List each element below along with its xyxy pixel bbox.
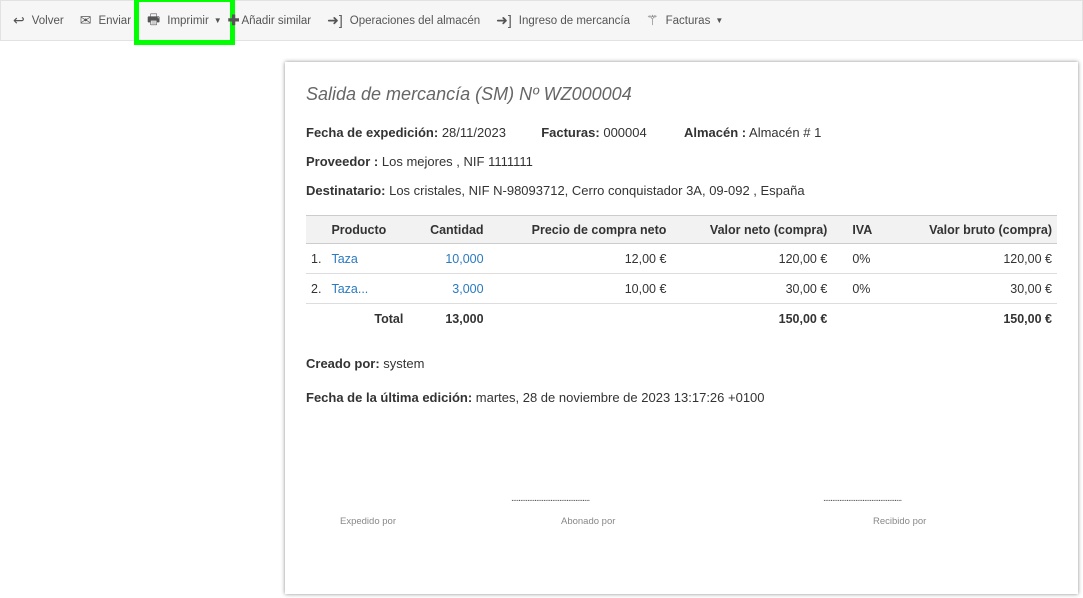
created-by: Creado por: system xyxy=(306,356,1057,371)
warehouse-ops-button[interactable]: ➜] Operaciones del almacén xyxy=(327,12,480,29)
col-gross-value: Valor bruto (compra) xyxy=(889,215,1057,244)
invoices-label: Facturas: xyxy=(541,125,600,140)
sign-in-icon: ➜] xyxy=(496,12,512,28)
recipient-value: Los cristales, NIF N-98093712, Cerro con… xyxy=(389,183,805,198)
gross-value: 30,00 € xyxy=(889,273,1057,304)
col-vat: IVA xyxy=(832,215,890,244)
invoices-label: Facturas xyxy=(665,14,711,27)
document-title: Salida de mercancía (SM) Nº WZ000004 xyxy=(306,84,632,104)
warehouse-ops-label: Operaciones del almacén xyxy=(349,14,481,27)
signature-line-paid: ........................................… xyxy=(511,493,590,504)
document-preview: Salida de mercancía (SM) Nº WZ000004 Fec… xyxy=(285,62,1078,594)
row-number: 1. xyxy=(306,243,327,274)
print-button[interactable]: 🖶 Imprimir ▼ xyxy=(134,0,235,45)
envelope-icon: ✉ xyxy=(79,12,92,28)
product-link[interactable]: Taza... xyxy=(331,282,368,296)
sign-in-icon: ➜] xyxy=(327,12,343,28)
quantity-link[interactable]: 10,000 xyxy=(445,252,483,266)
col-net-value: Valor neto (compra) xyxy=(671,215,833,244)
products-table: Producto Cantidad Precio de compra neto … xyxy=(306,215,1057,334)
goods-receipt-button[interactable]: ➜] Ingreso de mercancía xyxy=(496,12,630,29)
total-row: Total 13,000 150,00 € 150,00 € xyxy=(306,304,1057,334)
last-edit-label: Fecha de la última edición: xyxy=(306,389,473,405)
gross-value: 120,00 € xyxy=(889,243,1057,274)
received-by-label: Recibido por xyxy=(873,516,927,527)
created-by-label: Creado por: xyxy=(306,355,380,371)
add-similar-label: Añadir similar xyxy=(241,14,312,27)
print-label: Imprimir xyxy=(167,14,209,27)
paid-by-label: Abonado por xyxy=(561,516,616,527)
created-by-value: system xyxy=(383,355,425,371)
total-quantity: 13,000 xyxy=(445,311,484,326)
total-gross: 150,00 € xyxy=(1003,311,1052,326)
toolbar: ↩ Volver ✉ Enviar 🖶 Imprimir ▼ ✚ Añadir simil… xyxy=(0,0,1083,45)
issued-by-label: Expedido por xyxy=(340,516,396,527)
total-net: 150,00 € xyxy=(778,311,828,326)
recipient-info: Destinatario: Los cristales, NIF N-98093… xyxy=(306,183,1057,198)
net-value: 120,00 € xyxy=(671,243,833,274)
plus-icon: ✚ xyxy=(227,12,240,28)
price: 12,00 € xyxy=(488,243,672,274)
table-header: Producto Cantidad Precio de compra neto … xyxy=(306,215,1057,244)
add-similar-button[interactable]: ✚ Añadir similar xyxy=(228,12,311,29)
reply-arrow-icon: ↩ xyxy=(13,12,25,28)
recipient-label: Destinatario: xyxy=(306,183,386,198)
supplier-value: Los mejores , NIF 1111111 xyxy=(381,154,533,169)
col-quantity: Cantidad xyxy=(408,215,489,244)
warehouse-label: Almacén : xyxy=(683,125,747,140)
quantity-link[interactable]: 3,000 xyxy=(452,282,483,296)
issue-date: 28/11/2023 xyxy=(441,125,506,140)
table-row: 2. Taza... 3,000 10,00 € 30,00 € 0% 30,0… xyxy=(306,273,1057,304)
invoices-button[interactable]: ⚚ Facturas ▼ xyxy=(646,12,723,29)
printer-icon: 🖶 xyxy=(147,10,161,27)
col-product: Producto xyxy=(326,215,409,244)
warehouse-value: Almacén # 1 xyxy=(749,125,822,140)
net-value: 30,00 € xyxy=(671,273,833,304)
goods-receipt-label: Ingreso de mercancía xyxy=(518,14,631,27)
invoices-value: 000004 xyxy=(603,125,647,140)
send-label: Enviar xyxy=(98,14,132,27)
product-link[interactable]: Taza xyxy=(331,252,357,266)
last-edit-value: martes, 28 de noviembre de 2023 13:17:26… xyxy=(475,389,765,405)
back-button[interactable]: ↩ Volver xyxy=(13,12,64,29)
header-info: Fecha de expedición: 28/11/2023 Facturas… xyxy=(306,125,1057,140)
back-label: Volver xyxy=(31,14,64,27)
last-edit: Fecha de la última edición: martes, 28 d… xyxy=(306,390,1057,405)
price: 10,00 € xyxy=(488,273,672,304)
magic-wand-icon: ⚚ xyxy=(646,12,659,28)
send-button[interactable]: ✉ Enviar xyxy=(80,12,131,29)
vat: 0% xyxy=(832,273,890,304)
supplier-info: Proveedor : Los mejores , NIF 1111111 xyxy=(306,154,1057,169)
signature-line-received: ........................................… xyxy=(823,493,902,504)
vat: 0% xyxy=(832,243,890,274)
supplier-label: Proveedor : xyxy=(306,154,379,169)
total-label: Total xyxy=(374,311,404,326)
issue-date-label: Fecha de expedición: xyxy=(306,125,439,140)
caret-down-icon: ▼ xyxy=(715,16,724,25)
row-number: 2. xyxy=(306,273,327,304)
col-price: Precio de compra neto xyxy=(488,215,672,244)
table-row: 1. Taza 10,000 12,00 € 120,00 € 0% 120,0… xyxy=(306,243,1057,274)
caret-down-icon: ▼ xyxy=(213,16,222,25)
